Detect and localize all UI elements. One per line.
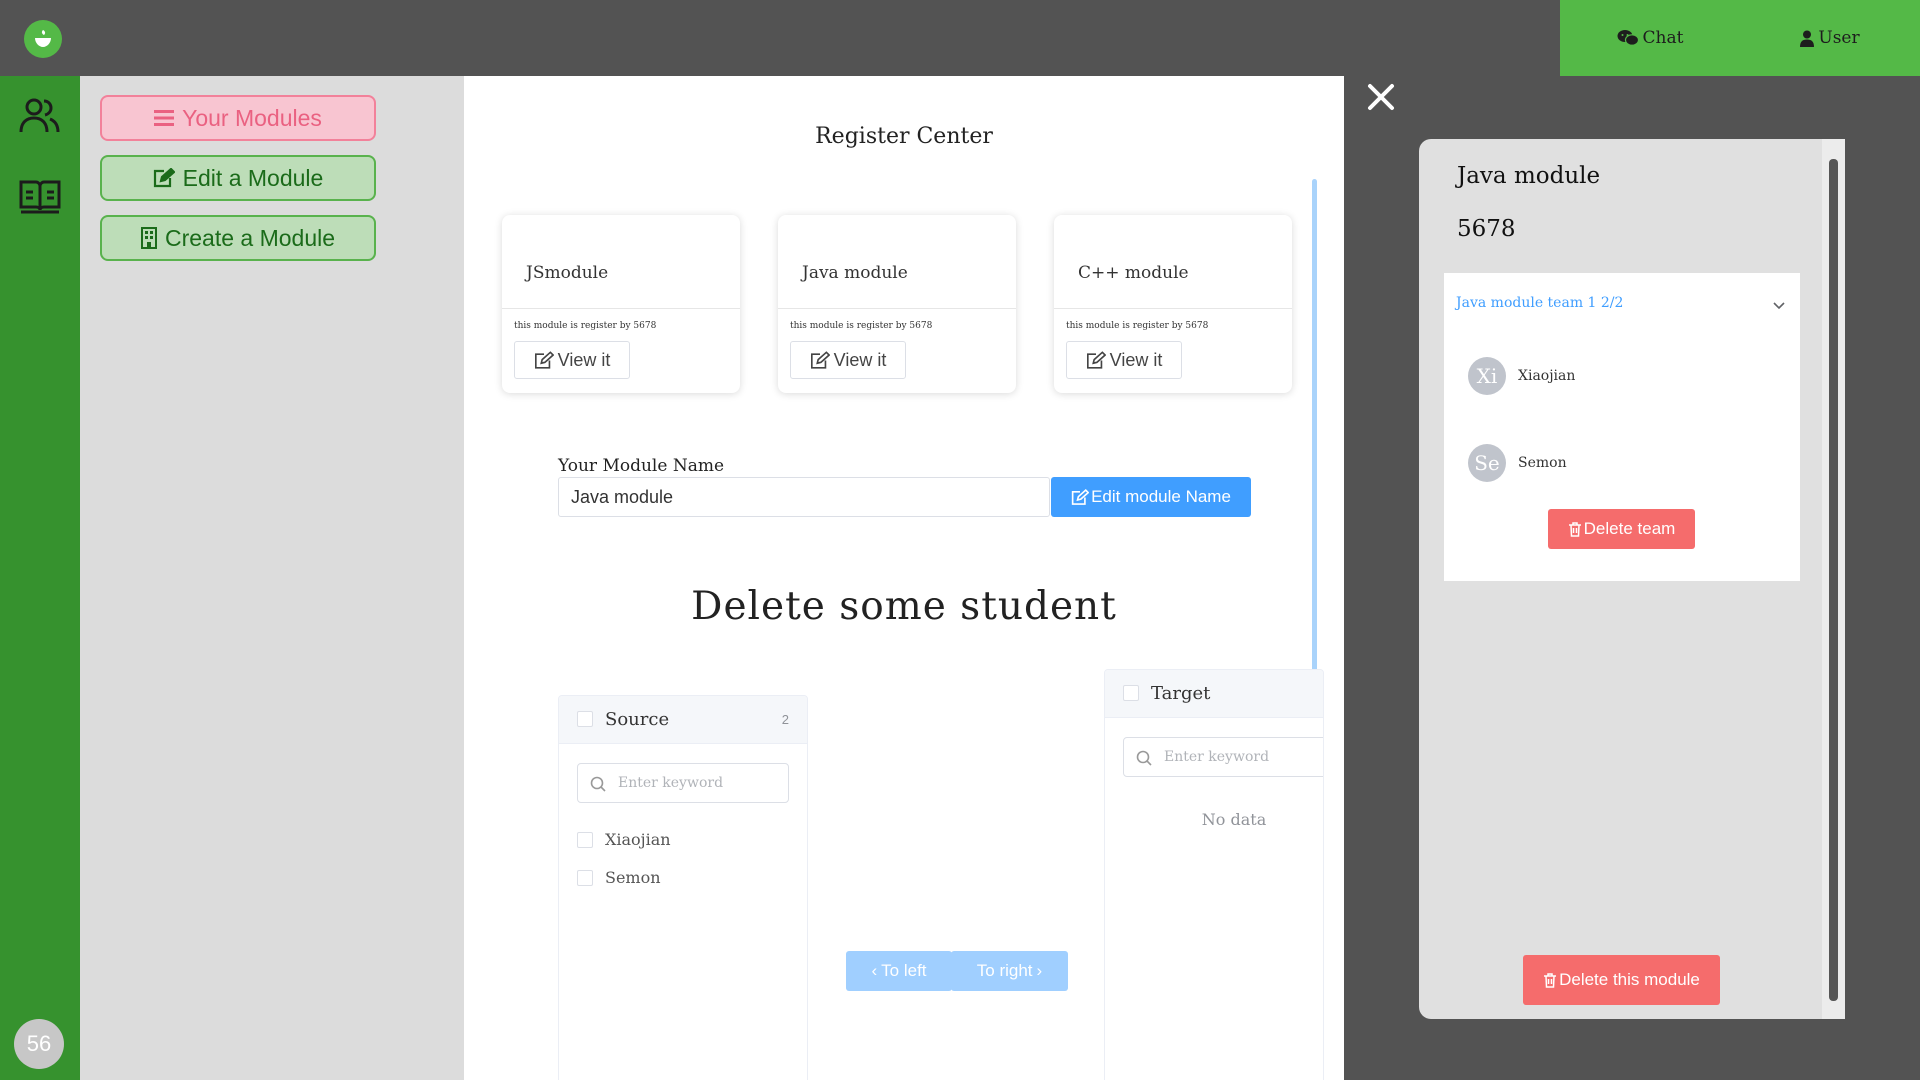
user-button[interactable]: User [1740, 0, 1920, 76]
view-button-label: View it [1109, 349, 1163, 370]
book-icon[interactable] [18, 176, 62, 221]
edit-name-label: Edit module Name [1091, 487, 1231, 506]
divider [778, 308, 1016, 309]
divider [1054, 308, 1292, 309]
edit-icon [810, 350, 830, 369]
module-drawer: Java module 5678 Java module team 1 2/2 … [1419, 139, 1845, 1019]
transfer-source-panel: Source 2 Enter keyword Xiaojian Semon [558, 695, 808, 1080]
empty-state: No data [1201, 810, 1267, 829]
delete-module-label: Delete this module [1559, 970, 1700, 989]
app-logo[interactable] [24, 20, 62, 58]
user-icon [1800, 30, 1815, 47]
module-detail-overlay: Java module 5678 Java module team 1 2/2 … [1344, 76, 1920, 1080]
panel-header: Target [1105, 670, 1323, 718]
left-rail [0, 76, 80, 1080]
to-left-label: To left [881, 961, 927, 980]
module-menu: Your Modules Edit a Module Create a Modu… [80, 76, 464, 1080]
user-label: User [1818, 28, 1860, 48]
card-description: this module is register by 5678 [1066, 321, 1209, 331]
card-description: this module is register by 5678 [790, 321, 933, 331]
edit-module-button[interactable]: Edit a Module [100, 155, 376, 201]
to-right-label: To right [976, 961, 1033, 980]
view-module-button[interactable]: View it [514, 341, 630, 379]
main-content: Register Center JSmodule this module is … [464, 76, 1344, 1080]
search-placeholder: Enter keyword [1164, 749, 1270, 765]
top-bar: Chat User [0, 0, 1920, 76]
drawer-scrollbar[interactable] [1822, 139, 1845, 1019]
scrollbar-thumb[interactable] [1829, 159, 1838, 1001]
delete-section-title: Delete some student [691, 584, 1117, 629]
chevron-right-icon: › [1036, 961, 1043, 980]
create-module-label: Create a Module [164, 224, 336, 251]
edit-module-name-button[interactable]: Edit module Name [1051, 477, 1251, 517]
select-all-checkbox[interactable] [577, 711, 593, 727]
close-icon[interactable] [1366, 82, 1396, 117]
select-all-checkbox[interactable] [1123, 685, 1139, 701]
your-modules-button[interactable]: Your Modules [100, 95, 376, 141]
module-name-input[interactable] [558, 477, 1050, 517]
delete-team-button[interactable]: Delete team [1548, 509, 1695, 549]
avatar: Xi [1468, 357, 1506, 395]
search-icon [590, 776, 606, 792]
edit-module-label: Edit a Module [182, 164, 324, 191]
trash-icon [1544, 972, 1557, 988]
team-collapse-header[interactable]: Java module team 1 2/2 [1456, 295, 1623, 311]
team-panel: Java module team 1 2/2 Xi Xiaojian Se Se… [1444, 273, 1800, 581]
module-card: JSmodule this module is register by 5678… [502, 215, 740, 393]
view-module-button[interactable]: View it [790, 341, 906, 379]
delete-module-button[interactable]: Delete this module [1523, 955, 1720, 1005]
avatar: Se [1468, 444, 1506, 482]
module-name-label: Your Module Name [558, 456, 725, 476]
page-title: Register Center [815, 124, 993, 149]
divider [502, 308, 740, 309]
card-title: JSmodule [526, 263, 609, 283]
to-right-button[interactable]: To right › [951, 951, 1068, 991]
transfer-target-panel: Target Enter keyword No data [1104, 669, 1324, 1080]
panel-header: Source 2 [559, 696, 807, 744]
source-search-input[interactable]: Enter keyword [577, 763, 789, 803]
list-icon [154, 110, 175, 126]
edit-icon [1086, 350, 1106, 369]
view-button-label: View it [833, 349, 887, 370]
source-title: Source [605, 709, 670, 730]
drawer-module-code: 5678 [1457, 216, 1516, 242]
top-actions: Chat User [1560, 0, 1920, 76]
trash-icon [1568, 521, 1581, 537]
view-module-button[interactable]: View it [1066, 341, 1182, 379]
to-left-button[interactable]: ‹ To left [846, 951, 952, 991]
module-card: Java module this module is register by 5… [778, 215, 1016, 393]
source-count: 2 [781, 712, 789, 727]
edit-icon [153, 168, 175, 188]
member-name: Xiaojian [1518, 368, 1576, 384]
wechat-icon [1617, 30, 1639, 46]
edit-icon [534, 350, 554, 369]
card-title: C++ module [1078, 263, 1189, 283]
search-icon [1136, 750, 1152, 766]
chevron-left-icon: ‹ [871, 961, 878, 980]
chevron-down-icon[interactable] [1772, 297, 1786, 315]
chat-button[interactable]: Chat [1560, 0, 1740, 76]
building-icon [140, 227, 157, 249]
edit-icon [1071, 488, 1090, 505]
leaf-cup-logo-icon [35, 30, 51, 47]
your-modules-label: Your Modules [182, 104, 322, 131]
item-checkbox[interactable] [577, 832, 593, 848]
item-checkbox[interactable] [577, 870, 593, 886]
delete-team-label: Delete team [1583, 519, 1676, 538]
search-placeholder: Enter keyword [618, 775, 724, 791]
card-title: Java module [802, 263, 908, 283]
view-button-label: View it [557, 349, 611, 370]
create-module-button[interactable]: Create a Module [100, 215, 376, 261]
module-card: C++ module this module is register by 56… [1054, 215, 1292, 393]
list-item[interactable]: Xiaojian [605, 830, 671, 849]
member-name: Semon [1518, 455, 1567, 471]
drawer-module-name: Java module [1457, 163, 1601, 189]
user-avatar-badge[interactable]: 56 [14, 1019, 64, 1069]
target-search-input[interactable]: Enter keyword [1123, 737, 1323, 777]
chat-label: Chat [1642, 28, 1684, 48]
card-description: this module is register by 5678 [514, 321, 657, 331]
target-title: Target [1151, 683, 1211, 704]
users-icon[interactable] [18, 94, 62, 143]
list-item[interactable]: Semon [605, 868, 661, 887]
